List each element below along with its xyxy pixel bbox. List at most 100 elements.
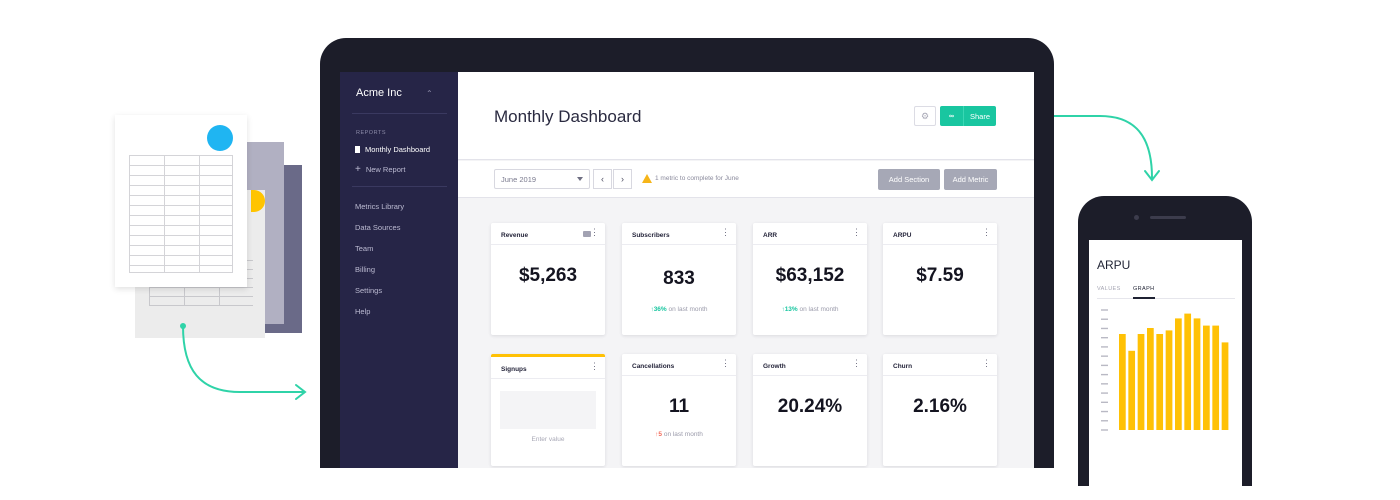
sidebar-item-settings[interactable]: Settings [355,286,382,295]
sidebar: Acme Inc ⌃ REPORTS Monthly Dashboard + N… [340,72,458,468]
sidebar-divider [352,186,447,187]
sidebar-item-help[interactable]: Help [355,307,370,316]
laptop-frame: Acme Inc ⌃ REPORTS Monthly Dashboard + N… [320,38,1054,468]
sidebar-item-billing[interactable]: Billing [355,265,375,274]
delta-value: 36% [653,306,667,313]
tab-values[interactable]: VALUES [1097,286,1121,292]
settings-button[interactable]: ⚙ [914,106,936,126]
enter-value-hint: Enter value [531,436,565,443]
more-options-icon[interactable]: ⋮ [721,228,730,237]
laptop-screen: Acme Inc ⌃ REPORTS Monthly Dashboard + N… [340,72,1034,468]
chart-bar [1193,318,1201,430]
sidebar-item-team[interactable]: Team [355,244,373,253]
card-delta: ↑13% on last month [753,306,867,313]
card-title: Revenue [501,232,529,239]
share-button[interactable]: ∞ Share [940,106,996,126]
page-title: Monthly Dashboard [494,107,642,126]
metric-card-signups[interactable]: Signups ⋮ Enter value [491,354,605,466]
card-header: ARR ⋮ [753,223,867,245]
sheet-arrow-head [295,384,307,400]
add-section-button[interactable]: Add Section [878,169,940,190]
more-options-icon[interactable]: ⋮ [590,362,599,371]
toolbar: June 2019 ‹ › 1 metric to complete for J… [458,161,1034,198]
sidebar-item-data-sources[interactable]: Data Sources [355,223,400,232]
metric-card-cancellations[interactable]: Cancellations ⋮ 11 ↑5 on last month [622,354,736,466]
header: Monthly Dashboard ⚙ ∞ Share [458,72,1034,160]
chart-bar [1119,334,1126,430]
phone-arrow-head [1144,170,1160,182]
chart-bar [1165,330,1173,430]
sidebar-item-metrics-library[interactable]: Metrics Library [355,202,404,211]
phone-screen: ARPU VALUES GRAPH [1089,240,1242,486]
phone-camera [1134,215,1139,220]
card-header: Churn ⋮ [883,354,997,376]
chart-bar [1203,325,1210,430]
card-value: 11 [668,396,690,417]
add-metric-button[interactable]: Add Metric [944,169,997,190]
delta-note: on last month [799,306,839,313]
chart-bar [1128,350,1136,430]
sidebar-item-label: New Report [365,165,406,174]
sidebar-item-monthly-dashboard[interactable]: Monthly Dashboard [355,145,430,154]
arpu-bar-chart [1101,309,1229,431]
caret-down-icon [577,177,583,181]
more-options-icon[interactable]: ⋮ [852,228,861,237]
sidebar-item-new-report[interactable]: + New Report [355,164,406,175]
card-value: 833 [663,268,695,289]
card-title: Signups [501,366,527,373]
chart-bar [1156,334,1164,430]
sidebar-divider [352,113,447,114]
link-icon: ∞ [940,106,964,126]
card-header: ARPU ⋮ [883,223,997,245]
more-options-icon[interactable]: ⋮ [982,359,991,368]
card-value: $7.59 [916,265,964,286]
chart-bar [1147,328,1154,430]
card-header: Growth ⋮ [753,354,867,376]
more-options-icon[interactable]: ⋮ [852,359,861,368]
main-content: Monthly Dashboard ⚙ ∞ Share June 2019 ‹ [458,72,1034,468]
more-options-icon[interactable]: ⋮ [721,359,730,368]
card-title: Growth [763,363,786,370]
card-title: ARR [763,232,778,239]
metric-card-churn[interactable]: Churn ⋮ 2.16% [883,354,997,466]
previous-month-button[interactable]: ‹ [593,169,612,189]
tab-graph[interactable]: GRAPH [1133,286,1155,292]
card-delta: ↑5 on last month [622,431,736,438]
metric-card-subscribers[interactable]: Subscribers ⋮ 833 ↑36% on last month [622,223,736,335]
card-title: Subscribers [632,232,670,239]
month-select-value: June 2019 [501,175,537,184]
phone-frame: ARPU VALUES GRAPH [1078,196,1252,486]
card-value: 20.24% [777,396,843,417]
plus-icon: + [355,164,361,175]
metric-card-growth[interactable]: Growth ⋮ 20.24% [753,354,867,466]
month-select[interactable]: June 2019 [494,169,590,189]
metric-card-arr[interactable]: ARR ⋮ $63,152 ↑13% on last month [753,223,867,335]
card-title: Cancellations [632,363,675,370]
value-input[interactable] [500,391,596,429]
sheet-front [115,115,247,287]
phone-metric-title: ARPU [1097,258,1131,272]
tab-divider [1097,298,1235,299]
blue-dot-icon [207,125,233,151]
spreadsheet-illustration [110,110,310,350]
card-header: Subscribers ⋮ [622,223,736,245]
reports-section-label: REPORTS [356,130,386,136]
delta-note: on last month [668,306,708,313]
metric-card-revenue[interactable]: Revenue ⋮ $5,263 [491,223,605,335]
more-options-icon[interactable]: ⋮ [982,228,991,237]
sidebar-item-label: Monthly Dashboard [365,145,431,154]
warning-text: 1 metric to complete for June [655,175,739,182]
card-header: Signups ⋮ [491,357,605,379]
next-month-button[interactable]: › [613,169,632,189]
more-options-icon[interactable]: ⋮ [590,228,599,237]
sheet-grid-front [129,155,233,273]
warning-icon [642,174,652,183]
phone-speaker [1150,216,1186,219]
org-name[interactable]: Acme Inc [356,87,402,99]
chart-bar [1212,325,1220,430]
yellow-dot-icon [251,190,265,212]
metric-card-arpu[interactable]: ARPU ⋮ $7.59 [883,223,997,335]
active-tab-indicator [1133,297,1155,299]
chevron-up-icon[interactable]: ⌃ [426,89,433,98]
card-header: Cancellations ⋮ [622,354,736,376]
